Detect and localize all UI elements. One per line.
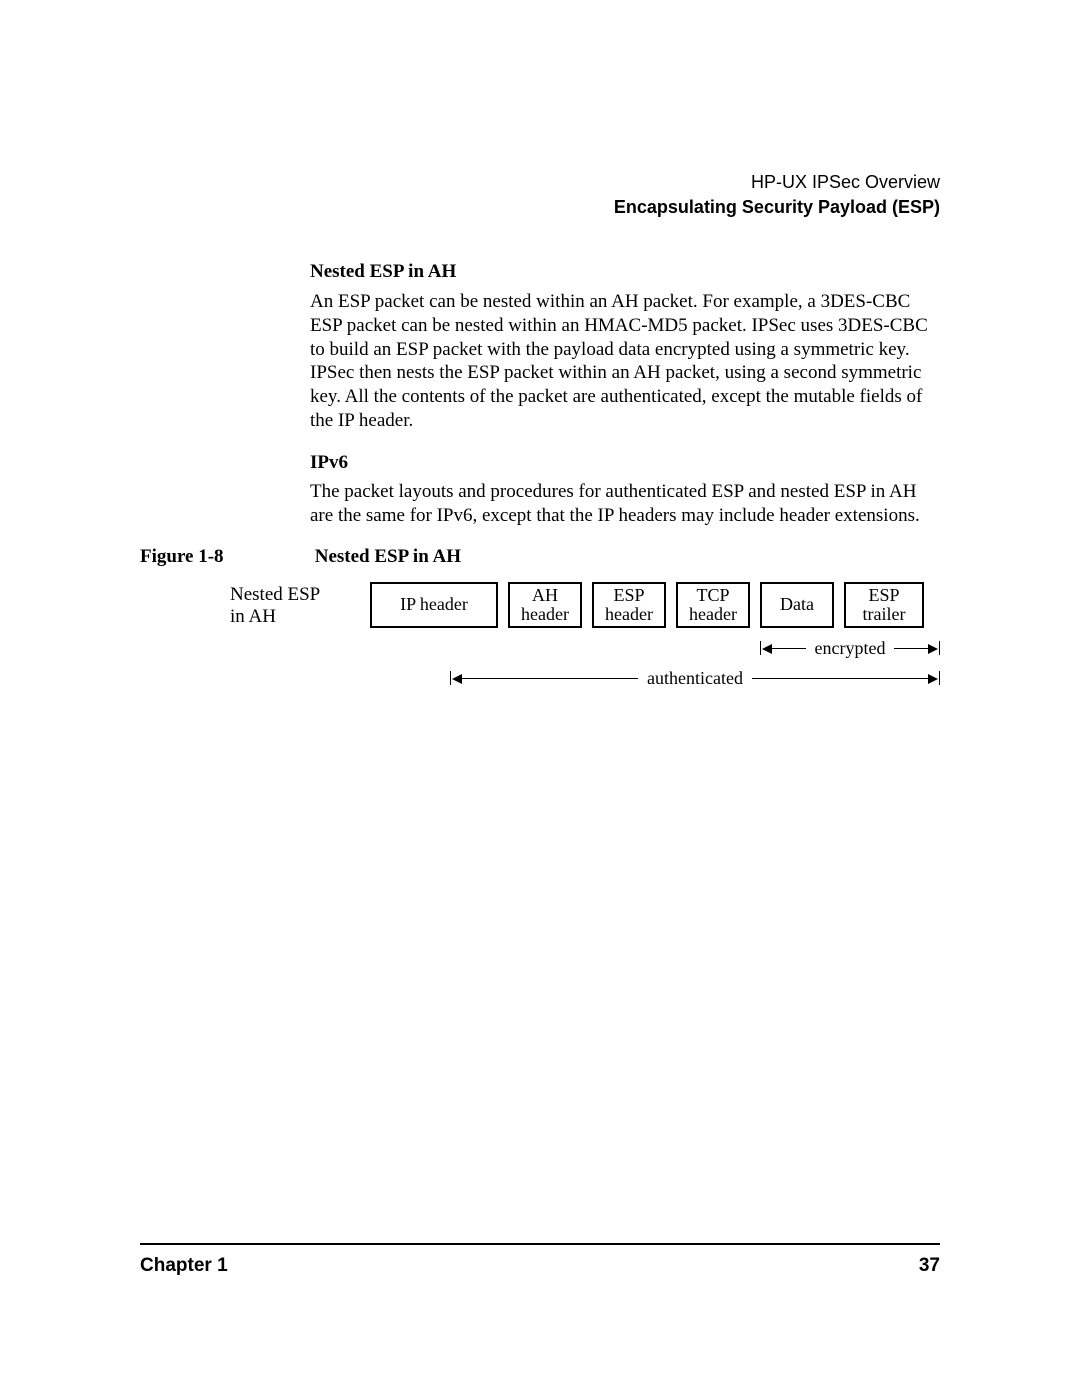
cell-ah-header: AHheader — [508, 582, 582, 628]
span-authenticated: authenticated — [450, 668, 940, 689]
footer-page-number: 37 — [919, 1255, 940, 1277]
cell-data: Data — [760, 582, 834, 628]
heading-ipv6: IPv6 — [310, 451, 940, 475]
figure-diagram: Nested ESP in AH IP header AHheader ESPh… — [230, 582, 940, 698]
section-title: Encapsulating Security Payload (ESP) — [140, 195, 940, 220]
heading-nested-esp-in-ah: Nested ESP in AH — [310, 260, 940, 284]
cell-esp-trailer: ESPtrailer — [844, 582, 924, 628]
doc-title: HP-UX IPSec Overview — [140, 170, 940, 195]
paragraph-ipv6: The packet layouts and procedures for au… — [310, 480, 940, 528]
running-header: HP-UX IPSec Overview Encapsulating Secur… — [140, 170, 940, 220]
figure-number: Figure 1-8 — [140, 546, 310, 568]
cell-esp-header: ESPheader — [592, 582, 666, 628]
paragraph-nested: An ESP packet can be nested within an AH… — [310, 290, 940, 433]
footer-chapter: Chapter 1 — [140, 1255, 228, 1277]
cell-tcp-header: TCPheader — [676, 582, 750, 628]
page-footer: Chapter 1 37 — [140, 1243, 940, 1277]
figure-caption: Nested ESP in AH — [315, 546, 461, 567]
cell-ip-header: IP header — [370, 582, 498, 628]
figure-caption-line: Figure 1-8 Nested ESP in AH — [140, 546, 940, 568]
diagram-row-label: Nested ESP in AH — [230, 582, 360, 628]
span-encrypted: encrypted — [760, 638, 940, 659]
